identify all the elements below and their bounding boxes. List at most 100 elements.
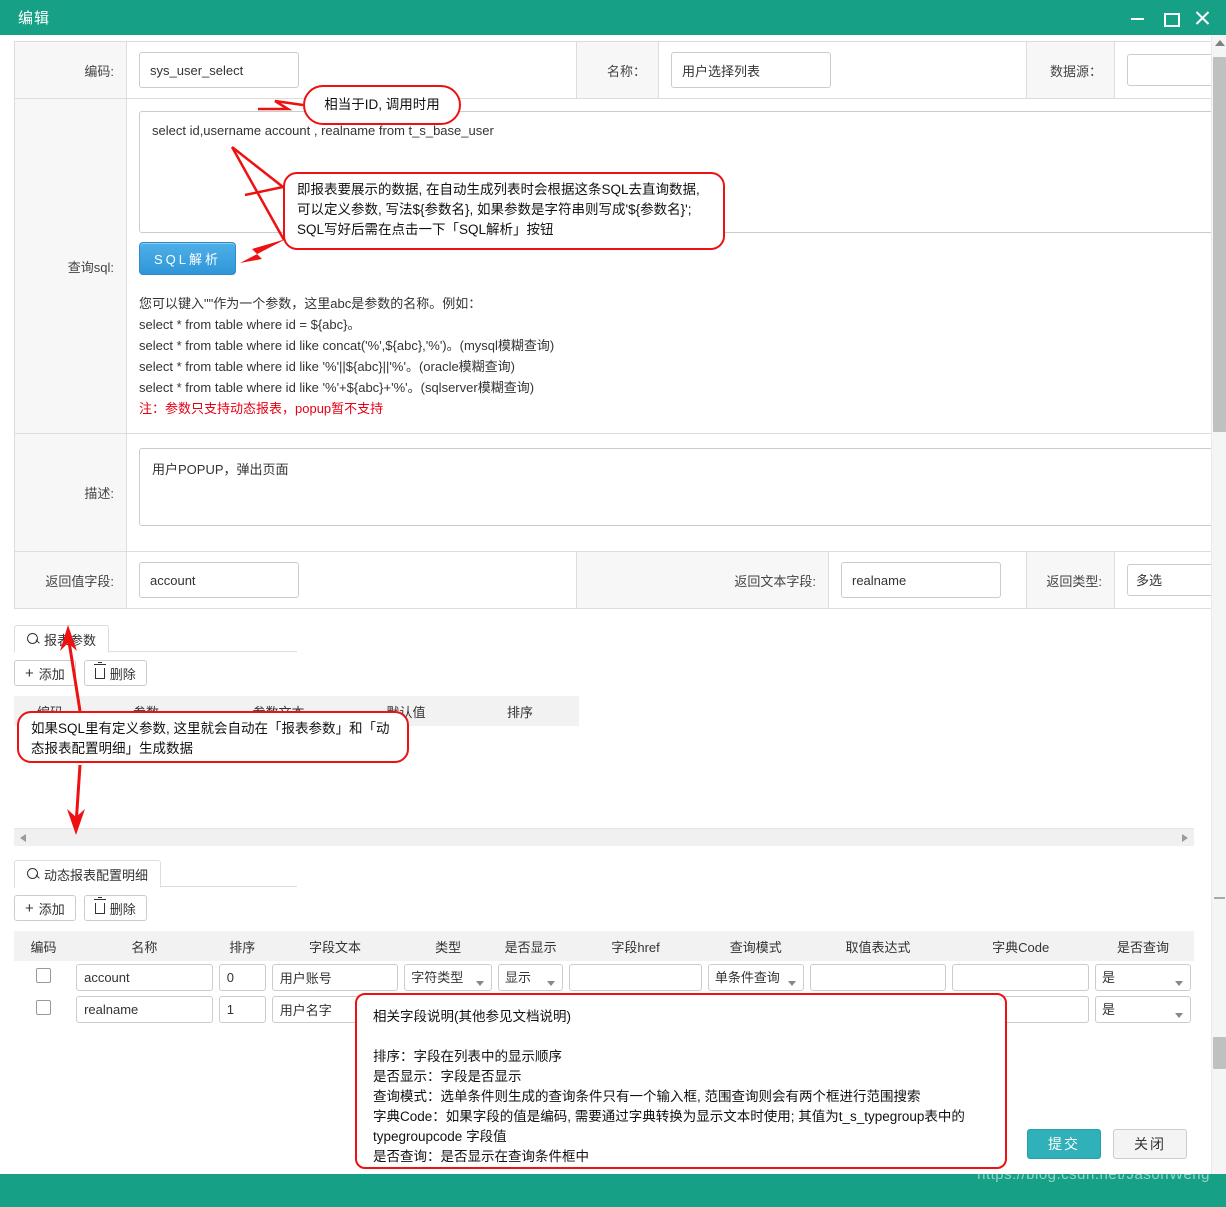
code-label: 编码: <box>14 41 127 99</box>
report-detail-col-5: 是否显示 <box>494 931 567 961</box>
report-detail-tabrow: 动态报表配置明细 <box>14 860 297 888</box>
scrollbar-thumb[interactable] <box>1213 57 1226 432</box>
edit-form: 编码: 名称： 数据源： 查询sql: select id,username a… <box>14 41 1211 609</box>
return-type-label: 返回类型: <box>1026 551 1115 609</box>
annotation-callout-4: 相关字段说明(其他参见文档说明) 排序：字段在列表中的显示顺序 是否显示：字段是… <box>355 993 1007 1169</box>
sql-hint-line-1: select * from table where id = ${abc}。 <box>139 317 361 332</box>
report-detail-col-8: 取值表达式 <box>806 931 950 961</box>
search-icon <box>27 868 39 880</box>
name-input[interactable] <box>671 52 831 88</box>
scroll-left-icon[interactable] <box>20 833 26 842</box>
report-params-add-label: 添加 <box>38 666 65 682</box>
annotation-callout-1: 相当于ID, 调用时用 <box>303 85 461 125</box>
report-detail-col-7: 查询模式 <box>704 931 807 961</box>
row-href-input[interactable] <box>569 963 702 991</box>
row-show-select-wrap: 显示 <box>497 963 564 991</box>
desc-textarea[interactable]: 用户POPUP，弹出页面 <box>139 448 1211 526</box>
sql-hint-line-3: select * from table where id like '%'||$… <box>139 359 516 374</box>
row-name-input[interactable] <box>76 963 213 991</box>
report-params-add-button[interactable]: + 添加 <box>14 660 76 686</box>
close-icon[interactable] <box>1194 10 1210 26</box>
report-detail-add-label: 添加 <box>38 901 65 917</box>
report-detail-toolbar: + 添加 删除 <box>14 895 1194 921</box>
datasource-select-wrap <box>1127 54 1211 86</box>
plus-icon: + <box>25 664 34 682</box>
window-title: 编辑 <box>18 10 51 27</box>
scroll-up-icon[interactable] <box>1212 35 1226 50</box>
report-detail-col-6: 字段href <box>566 931 705 961</box>
report-detail-col-4: 类型 <box>401 931 495 961</box>
scrollbar-mark <box>1214 897 1225 899</box>
report-detail-col-9: 字典Code <box>949 931 1093 961</box>
return-text-cell <box>828 551 1027 609</box>
form-row-basic: 编码: 名称： 数据源： <box>14 41 1211 99</box>
row-type-select[interactable]: 字符类型 <box>404 963 492 991</box>
report-params-tabrow: 报表参数 <box>14 625 297 653</box>
sql-hint-line-2: select * from table where id like concat… <box>139 338 555 353</box>
return-text-label: 返回文本字段: <box>576 551 829 609</box>
report-detail-col-0: 编码 <box>14 931 74 961</box>
sql-hint-note: 注：参数只支持动态报表，popup暂不支持 <box>139 401 384 416</box>
trash-icon <box>93 896 106 914</box>
sql-hint-line-4: select * from table where id like '%'+${… <box>139 380 535 395</box>
submit-button[interactable]: 提交 <box>1027 1129 1101 1159</box>
row-checkbox-cell <box>14 961 73 993</box>
window-controls <box>1130 10 1216 27</box>
return-type-select[interactable]: 多选 <box>1127 564 1211 596</box>
report-detail-col-1: 名称 <box>73 931 216 961</box>
form-row-sql: 查询sql: select id,username account , real… <box>14 98 1211 434</box>
datasource-select[interactable] <box>1127 54 1211 86</box>
vertical-scrollbar[interactable] <box>1211 35 1226 1207</box>
search-icon <box>27 633 39 645</box>
annotation-callout-2: 即报表要展示的数据, 在自动生成列表时会根据这条SQL去直询数据, 可以定义参数… <box>283 172 725 250</box>
row-checkbox[interactable] <box>36 968 52 983</box>
minimize-icon[interactable] <box>1130 10 1146 26</box>
report-detail-col-10: 是否查询 <box>1092 931 1194 961</box>
return-value-input[interactable] <box>139 562 299 598</box>
report-params-toolbar: + 添加 删除 <box>14 660 1194 686</box>
report-params-hscrollbar[interactable] <box>14 828 1194 846</box>
desc-label: 描述: <box>14 433 127 552</box>
dialog-body: 编码: 名称： 数据源： 查询sql: select id,username a… <box>0 35 1226 1207</box>
tab-report-params[interactable]: 报表参数 <box>14 625 110 653</box>
report-params-delete-label: 删除 <box>109 666 136 682</box>
row-isquery-select[interactable]: 是 <box>1095 963 1191 991</box>
row-checkbox[interactable] <box>36 1000 52 1015</box>
scroll-right-icon[interactable] <box>1182 833 1188 842</box>
row-isquery-select[interactable]: 是 <box>1095 995 1191 1023</box>
code-input[interactable] <box>139 52 299 88</box>
row-order-input[interactable] <box>218 963 266 991</box>
report-detail-add-button[interactable]: + 添加 <box>14 895 76 921</box>
row-show-select[interactable]: 显示 <box>497 963 564 991</box>
row-fieldtext-input[interactable] <box>271 963 399 991</box>
report-detail-col-2: 排序 <box>215 931 269 961</box>
return-type-select-wrap: 多选 <box>1127 564 1211 596</box>
row-type-select-wrap: 字符类型 <box>404 963 492 991</box>
trash-icon <box>93 661 106 679</box>
row-dictcode-input[interactable] <box>952 963 1090 991</box>
report-detail-delete-label: 删除 <box>109 901 136 917</box>
report-detail-delete-button[interactable]: 删除 <box>83 895 147 921</box>
return-value-label: 返回值字段: <box>14 551 127 609</box>
sql-parse-button[interactable]: SQL解析 <box>139 242 237 275</box>
row-name-input[interactable] <box>76 995 213 1023</box>
maximize-icon[interactable] <box>1162 10 1180 27</box>
row-expression-input[interactable] <box>809 963 947 991</box>
row-checkbox-cell <box>14 993 73 1025</box>
scrollbar-thumb-secondary[interactable] <box>1213 1037 1226 1069</box>
row-querymode-select[interactable]: 单条件查询 <box>707 963 804 991</box>
report-params-col-4: 排序 <box>461 696 579 726</box>
name-label: 名称： <box>576 41 659 99</box>
report-detail-header-row: 编码 名称 排序 字段文本 类型 是否显示 字段href 查询模式 取值表达式 … <box>14 931 1194 961</box>
tab-report-detail-label: 动态报表配置明细 <box>44 867 149 883</box>
row-isquery-select-wrap: 是 <box>1095 963 1191 991</box>
plus-icon: + <box>25 899 34 917</box>
tab-report-params-label: 报表参数 <box>44 632 97 648</box>
report-detail-col-3: 字段文本 <box>268 931 402 961</box>
tab-report-detail[interactable]: 动态报表配置明细 <box>14 860 162 888</box>
return-text-input[interactable] <box>841 562 1001 598</box>
report-params-delete-button[interactable]: 删除 <box>83 660 147 686</box>
close-button[interactable]: 关闭 <box>1113 1129 1187 1159</box>
sql-label: 查询sql: <box>14 98 127 434</box>
row-order-input[interactable] <box>218 995 266 1023</box>
